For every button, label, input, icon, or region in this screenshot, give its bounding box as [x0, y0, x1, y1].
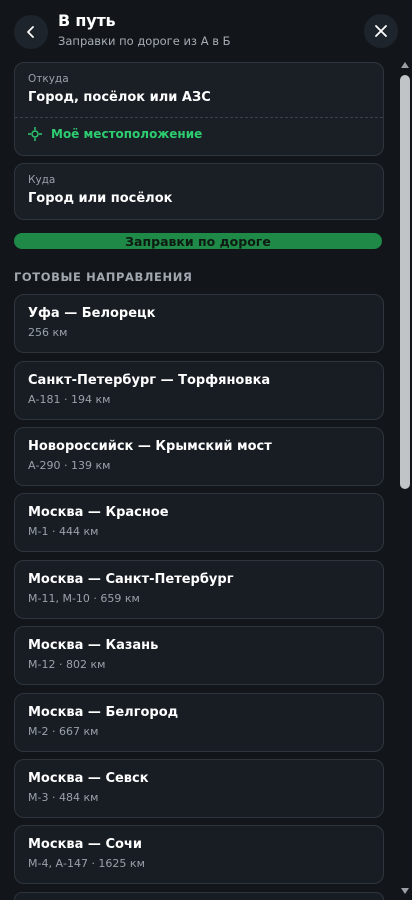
- route-card[interactable]: Санкт-Петербург — Торфяновка А-181 · 194…: [14, 361, 384, 420]
- my-location-label: Моё местоположение: [51, 127, 203, 141]
- scroll-down-arrow-icon[interactable]: [401, 888, 409, 894]
- to-input[interactable]: Город или посёлок: [28, 191, 172, 206]
- close-icon: [375, 25, 387, 37]
- route-name: Москва — Красное: [28, 505, 169, 520]
- header: В путь Заправки по дороге из А в Б: [0, 0, 412, 62]
- scrollbar-thumb[interactable]: [400, 75, 410, 489]
- route-name: Уфа — Белорецк: [28, 306, 156, 321]
- route-card[interactable]: Москва — Сочи М-4, А-147 · 1625 км: [14, 825, 384, 884]
- route-meta: А-290 · 139 км: [28, 459, 111, 472]
- to-field[interactable]: Куда Город или посёлок: [14, 163, 384, 220]
- route-meta: М-12 · 802 км: [28, 658, 106, 671]
- route-card[interactable]: Уфа — Белорецк 256 км: [14, 294, 384, 353]
- from-field[interactable]: Откуда Город, посёлок или АЗС Моё местоп…: [14, 62, 384, 156]
- search-fuel-button[interactable]: Заправки по дороге: [14, 233, 382, 249]
- divider: [15, 117, 383, 118]
- route-meta: М-3 · 484 км: [28, 791, 99, 804]
- section-title: ГОТОВЫЕ НАПРАВЛЕНИЯ: [14, 270, 193, 284]
- scroll-up-arrow-icon[interactable]: [401, 62, 409, 68]
- route-card[interactable]: Москва — Белгород М-2 · 667 км: [14, 693, 384, 752]
- route-meta: А-181 · 194 км: [28, 393, 111, 406]
- route-name: Санкт-Петербург — Торфяновка: [28, 373, 271, 388]
- route-meta: 256 км: [28, 326, 68, 339]
- close-button[interactable]: [364, 14, 398, 48]
- route-name: Москва — Белгород: [28, 705, 179, 720]
- page-subtitle: Заправки по дороге из А в Б: [58, 34, 231, 48]
- route-card[interactable]: Москва — Казань М-12 · 802 км: [14, 626, 384, 685]
- route-meta: М-1 · 444 км: [28, 525, 99, 538]
- route-name: Москва — Сочи: [28, 837, 142, 852]
- route-name: Москва — Севск: [28, 771, 149, 786]
- to-field-label: Куда: [28, 174, 56, 186]
- route-name: Москва — Казань: [28, 638, 159, 653]
- page-title: В путь: [58, 11, 116, 30]
- crosshair-icon: [28, 127, 42, 141]
- my-location-button[interactable]: Моё местоположение: [28, 127, 202, 141]
- route-meta: М-11, М-10 · 659 км: [28, 592, 140, 605]
- route-card[interactable]: Москва — Красное М-1 · 444 км: [14, 493, 384, 552]
- route-meta: М-4, А-147 · 1625 км: [28, 857, 145, 870]
- route-card[interactable]: Новороссийск — Крымский мост А-290 · 139…: [14, 427, 384, 486]
- from-input[interactable]: Город, посёлок или АЗС: [28, 90, 211, 105]
- route-meta: М-2 · 667 км: [28, 725, 99, 738]
- back-button[interactable]: [14, 15, 48, 49]
- route-card[interactable]: Москва — Санкт-Петербург М-11, М-10 · 65…: [14, 560, 384, 619]
- route-name: Новороссийск — Крымский мост: [28, 439, 272, 454]
- chevron-left-icon: [27, 26, 34, 38]
- route-name: Москва — Санкт-Петербург: [28, 572, 234, 587]
- route-card[interactable]: Москва — Севск М-3 · 484 км: [14, 759, 384, 818]
- from-field-label: Откуда: [28, 73, 69, 85]
- route-card-partial[interactable]: [14, 892, 384, 900]
